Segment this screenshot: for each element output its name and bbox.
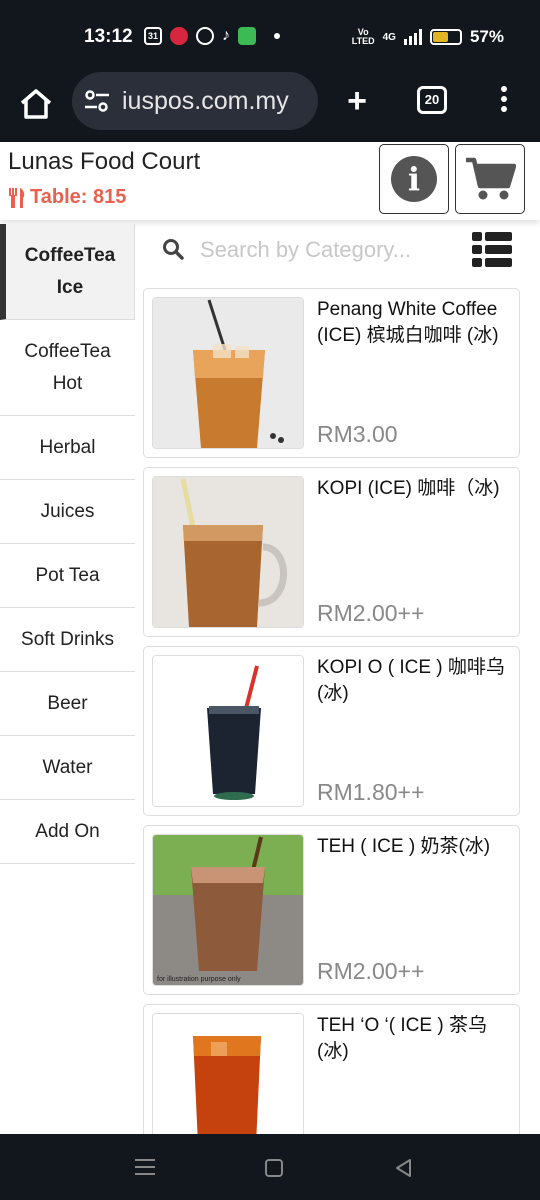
product-price: RM3.00 [317,421,398,447]
system-nav-bar [0,1134,540,1200]
category-sidebar: CoffeeTea Ice CoffeeTea Hot Herbal Juice… [0,224,135,864]
app-notification-icon [170,27,188,45]
battery-icon [429,29,462,45]
product-name: Penang White Coffee (ICE) 槟城白咖啡 (冰) [317,299,499,346]
battery-percent: 57% [469,27,504,46]
illustration-caption: for illustration purpose only [157,976,241,983]
app-header: Lunas Food Court Table: 815 i [0,142,540,220]
home-nav-icon[interactable] [264,1158,284,1178]
product-name: KOPI O ( ICE ) 咖啡乌(冰) [317,657,505,704]
status-right: Vo LTED 4G 57% [352,27,504,47]
product-name: TEH ‘O ‘( ICE ) 茶乌(冰) [317,1015,487,1062]
more-notifications-dot [274,33,280,39]
site-settings-icon[interactable] [84,90,110,112]
product-price: RM2.00++ [317,958,425,984]
recent-apps-icon[interactable] [135,1158,155,1176]
product-name: KOPI (ICE) 咖啡（冰) [317,478,500,499]
category-coffeetea-hot[interactable]: CoffeeTea Hot [0,320,135,416]
signal-icon [403,29,422,45]
network-type: 4G [382,31,396,43]
search-icon [163,239,184,260]
product-image [152,297,304,449]
category-water[interactable]: Water [0,736,135,800]
info-icon: i [391,156,437,202]
product-card[interactable]: TEH ‘O ‘( ICE ) 茶乌(冰) [143,1004,520,1134]
product-card[interactable]: KOPI O ( ICE ) 咖啡乌(冰) RM1.80++ [143,646,520,816]
product-image [152,1013,304,1134]
back-icon[interactable] [394,1158,412,1178]
list-view-icon[interactable] [472,230,512,270]
product-image [152,476,304,628]
table-label: Table: 815 [30,186,127,208]
category-soft-drinks[interactable]: Soft Drinks [0,608,135,672]
calendar-icon: 31 [144,27,162,45]
product-price: RM2.00++ [317,600,425,626]
product-card[interactable]: for illustration purpose only TEH ( ICE … [143,825,520,995]
tab-switcher-button[interactable]: 20 [417,86,447,114]
product-card[interactable]: KOPI (ICE) 咖啡（冰) RM2.00++ [143,467,520,637]
category-herbal[interactable]: Herbal [0,416,135,480]
tiktok-icon: ♪ [222,27,230,44]
product-price: RM1.80++ [317,779,425,805]
product-image: for illustration purpose only [152,834,304,986]
message-icon [238,27,256,45]
helmet-icon [196,27,214,45]
search-input[interactable]: Search by Category... [200,237,411,263]
address-bar[interactable]: iuspos.com.my [72,72,318,130]
category-coffeetea-ice[interactable]: CoffeeTea Ice [0,224,135,320]
url-text[interactable]: iuspos.com.my [122,87,289,116]
volte-icon: Vo LTED [351,27,375,46]
more-menu-icon[interactable] [498,86,510,116]
table-number: Table: 815 [8,186,126,209]
product-list: Penang White Coffee (ICE) 槟城白咖啡 (冰) RM3.… [143,288,520,1134]
new-tab-plus-icon[interactable]: + [340,84,374,118]
restaurant-name: Lunas Food Court [8,148,201,175]
notification-icons: 31 ♪ [144,27,280,45]
category-add-on[interactable]: Add On [0,800,135,864]
category-juices[interactable]: Juices [0,480,135,544]
info-button[interactable]: i [379,144,449,214]
cart-button[interactable] [455,144,525,214]
browser-toolbar: iuspos.com.my + 20 [0,72,540,142]
product-card[interactable]: Penang White Coffee (ICE) 槟城白咖啡 (冰) RM3.… [143,288,520,458]
category-pot-tea[interactable]: Pot Tea [0,544,135,608]
product-name: TEH ( ICE ) 奶茶(冰) [317,836,491,857]
category-beer[interactable]: Beer [0,672,135,736]
status-time: 13:12 [84,26,133,47]
status-bar: 13:12 31 ♪ Vo LTED 4G 57% [0,0,540,72]
product-image [152,655,304,807]
utensils-icon [9,187,25,208]
home-icon[interactable] [18,86,54,122]
shopping-cart-icon [466,157,516,200]
